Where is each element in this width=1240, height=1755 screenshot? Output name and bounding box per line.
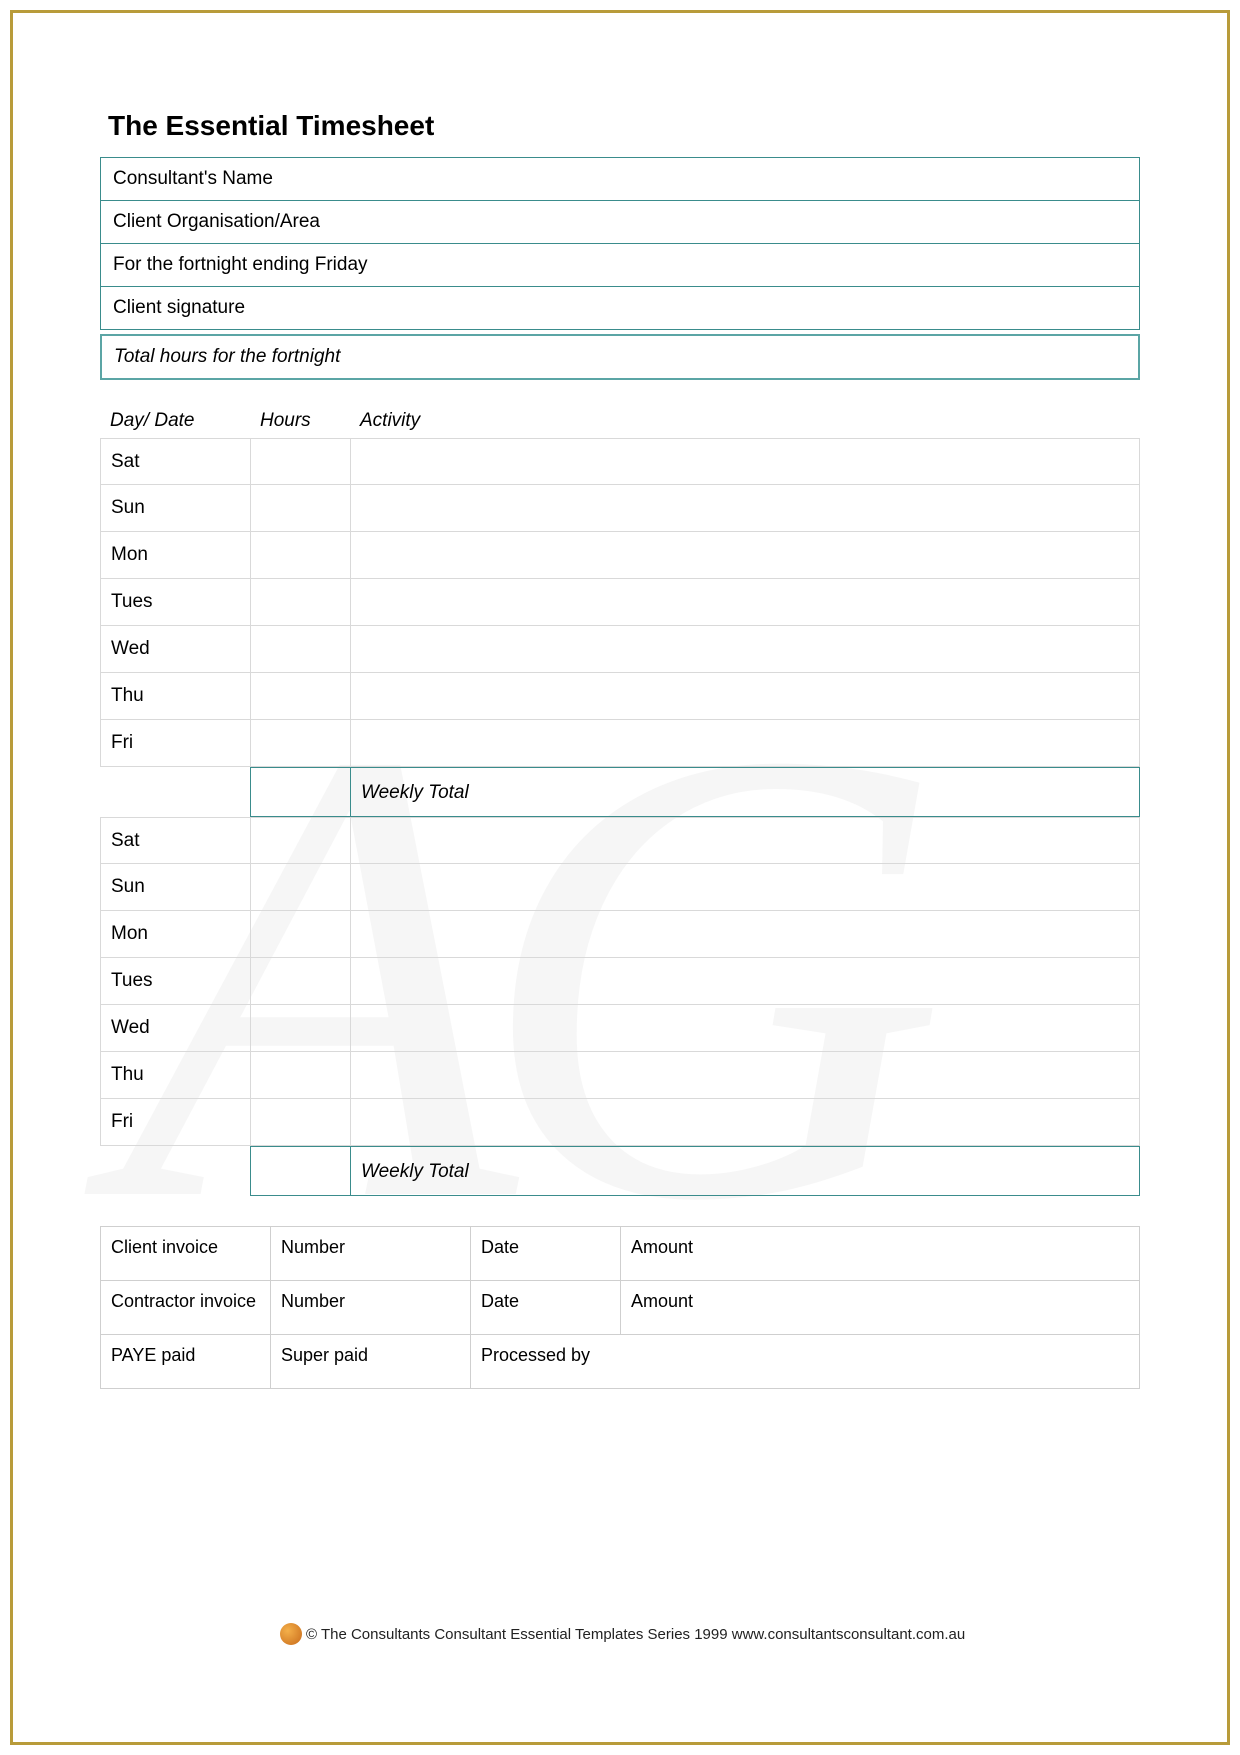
table-row: Fri xyxy=(100,720,1140,767)
hours-cell[interactable] xyxy=(251,958,351,1004)
table-row: Sat xyxy=(100,438,1140,485)
day-cell: Wed xyxy=(101,626,251,672)
document-content: The Essential Timesheet Consultant's Nam… xyxy=(100,110,1140,1389)
table-row: Mon xyxy=(100,532,1140,579)
day-cell: Mon xyxy=(101,532,251,578)
super-paid-cell[interactable]: Super paid xyxy=(271,1335,471,1389)
hours-cell[interactable] xyxy=(251,439,351,484)
table-row: Thu xyxy=(100,1052,1140,1099)
activity-cell[interactable] xyxy=(351,818,1139,863)
invoice-table: Client invoice Number Date Amount Contra… xyxy=(100,1226,1140,1389)
hours-cell[interactable] xyxy=(251,1005,351,1051)
hours-cell[interactable] xyxy=(251,673,351,719)
hours-cell[interactable] xyxy=(251,485,351,531)
client-invoice-label: Client invoice xyxy=(101,1227,271,1281)
weekly-total-blank xyxy=(100,767,250,817)
client-org-field[interactable]: Client Organisation/Area xyxy=(100,201,1140,244)
logo-icon xyxy=(280,1623,302,1645)
weekly-total-box: Weekly Total xyxy=(250,1146,1140,1196)
day-cell: Fri xyxy=(101,720,251,766)
table-row: PAYE paid Super paid Processed by xyxy=(101,1335,1140,1389)
hours-cell[interactable] xyxy=(251,911,351,957)
invoice-number-cell[interactable]: Number xyxy=(271,1281,471,1335)
invoice-amount-cell[interactable]: Amount xyxy=(621,1227,1140,1281)
activity-cell[interactable] xyxy=(351,911,1139,957)
table-row: Tues xyxy=(100,958,1140,1005)
day-cell: Thu xyxy=(101,1052,251,1098)
weekly-total-blank xyxy=(100,1146,250,1196)
table-row: Tues xyxy=(100,579,1140,626)
hours-cell[interactable] xyxy=(251,720,351,766)
day-cell: Sun xyxy=(101,485,251,531)
total-hours-field[interactable]: Total hours for the fortnight xyxy=(100,334,1140,380)
day-cell: Sat xyxy=(101,818,251,863)
activity-cell[interactable] xyxy=(351,1005,1139,1051)
day-cell: Tues xyxy=(101,579,251,625)
table-row: Sun xyxy=(100,864,1140,911)
weekly-total-box: Weekly Total xyxy=(250,767,1140,817)
hours-cell[interactable] xyxy=(251,532,351,578)
invoice-amount-cell[interactable]: Amount xyxy=(621,1281,1140,1335)
footer-text: © The Consultants Consultant Essential T… xyxy=(306,1626,965,1643)
invoice-date-cell[interactable]: Date xyxy=(471,1281,621,1335)
activity-cell[interactable] xyxy=(351,1052,1139,1098)
table-row: Client invoice Number Date Amount xyxy=(101,1227,1140,1281)
day-cell: Fri xyxy=(101,1099,251,1145)
paye-paid-cell[interactable]: PAYE paid xyxy=(101,1335,271,1389)
activity-cell[interactable] xyxy=(351,1099,1139,1145)
contractor-invoice-label: Contractor invoice xyxy=(101,1281,271,1335)
table-row: Wed xyxy=(100,1005,1140,1052)
client-signature-field[interactable]: Client signature xyxy=(100,287,1140,330)
activity-cell[interactable] xyxy=(351,673,1139,719)
activity-cell[interactable] xyxy=(351,532,1139,578)
weekly-total-hours[interactable] xyxy=(251,1147,351,1195)
hours-cell[interactable] xyxy=(251,626,351,672)
day-cell: Mon xyxy=(101,911,251,957)
header-activity: Activity xyxy=(360,410,1130,432)
header-hours: Hours xyxy=(260,410,360,432)
weekly-total-row: Weekly Total xyxy=(100,1146,1140,1196)
table-row: Sun xyxy=(100,485,1140,532)
invoice-date-cell[interactable]: Date xyxy=(471,1227,621,1281)
timesheet-header-row: Day/ Date Hours Activity xyxy=(100,400,1140,438)
hours-cell[interactable] xyxy=(251,1099,351,1145)
page-title: The Essential Timesheet xyxy=(100,110,1140,142)
hours-cell[interactable] xyxy=(251,864,351,910)
day-cell: Sat xyxy=(101,439,251,484)
consultant-name-field[interactable]: Consultant's Name xyxy=(100,157,1140,201)
header-day: Day/ Date xyxy=(110,410,260,432)
footer: © The Consultants Consultant Essential T… xyxy=(280,1623,965,1645)
fortnight-ending-field[interactable]: For the fortnight ending Friday xyxy=(100,244,1140,287)
day-cell: Sun xyxy=(101,864,251,910)
table-row: Mon xyxy=(100,911,1140,958)
activity-cell[interactable] xyxy=(351,958,1139,1004)
activity-cell[interactable] xyxy=(351,864,1139,910)
weekly-total-hours[interactable] xyxy=(251,768,351,816)
invoice-number-cell[interactable]: Number xyxy=(271,1227,471,1281)
activity-cell[interactable] xyxy=(351,720,1139,766)
weekly-total-label: Weekly Total xyxy=(351,768,1139,816)
activity-cell[interactable] xyxy=(351,579,1139,625)
day-cell: Thu xyxy=(101,673,251,719)
table-row: Fri xyxy=(100,1099,1140,1146)
activity-cell[interactable] xyxy=(351,626,1139,672)
table-row: Thu xyxy=(100,673,1140,720)
weekly-total-label: Weekly Total xyxy=(351,1147,1139,1195)
day-cell: Tues xyxy=(101,958,251,1004)
hours-cell[interactable] xyxy=(251,1052,351,1098)
hours-cell[interactable] xyxy=(251,818,351,863)
table-row: Contractor invoice Number Date Amount xyxy=(101,1281,1140,1335)
table-row: Wed xyxy=(100,626,1140,673)
weekly-total-row: Weekly Total xyxy=(100,767,1140,817)
hours-cell[interactable] xyxy=(251,579,351,625)
day-cell: Wed xyxy=(101,1005,251,1051)
table-row: Sat xyxy=(100,817,1140,864)
processed-by-cell[interactable]: Processed by xyxy=(471,1335,1140,1389)
activity-cell[interactable] xyxy=(351,439,1139,484)
activity-cell[interactable] xyxy=(351,485,1139,531)
